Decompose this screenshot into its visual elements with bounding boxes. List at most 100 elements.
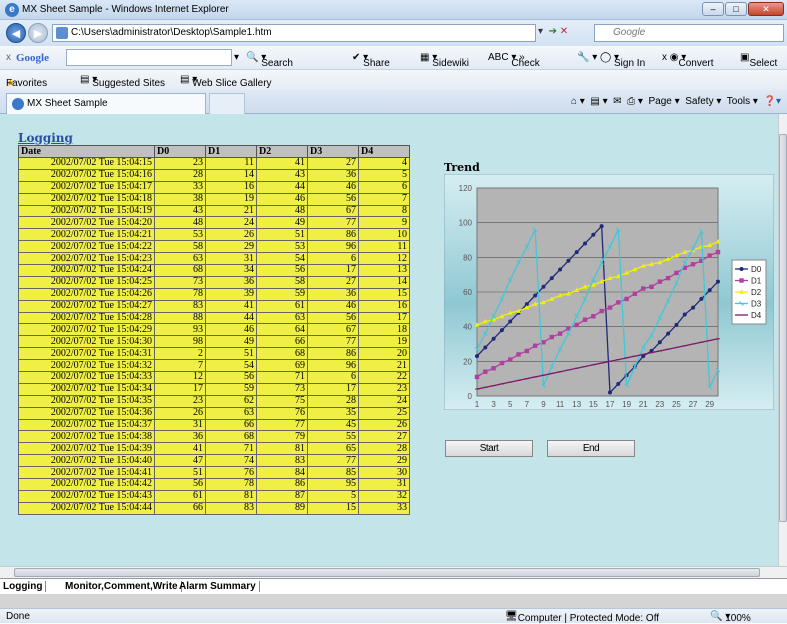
- value-cell[interactable]: 56: [205, 371, 257, 384]
- value-cell[interactable]: 68: [205, 430, 257, 444]
- value-cell[interactable]: 83: [256, 454, 308, 468]
- value-cell[interactable]: 17: [358, 311, 410, 325]
- minimize-button[interactable]: –: [702, 2, 724, 16]
- value-cell[interactable]: 77: [256, 418, 308, 432]
- value-cell[interactable]: 33: [358, 501, 410, 515]
- value-cell[interactable]: 44: [256, 180, 308, 194]
- value-cell[interactable]: 58: [154, 240, 206, 254]
- date-cell[interactable]: 2002/07/02 Tue 15:04:39: [18, 442, 155, 456]
- value-cell[interactable]: 46: [307, 180, 359, 194]
- value-cell[interactable]: 15: [307, 501, 359, 515]
- value-cell[interactable]: 16: [358, 299, 410, 313]
- value-cell[interactable]: 13: [358, 264, 410, 277]
- check-button[interactable]: ABC Check ▾ »: [488, 52, 540, 69]
- value-cell[interactable]: 63: [205, 406, 257, 420]
- value-cell[interactable]: 66: [154, 501, 206, 515]
- date-cell[interactable]: 2002/07/02 Tue 15:04:43: [18, 489, 155, 503]
- date-cell[interactable]: 2002/07/02 Tue 15:04:36: [18, 406, 155, 420]
- value-cell[interactable]: 28: [307, 394, 359, 408]
- value-cell[interactable]: 63: [154, 252, 206, 266]
- value-cell[interactable]: 12: [154, 371, 206, 384]
- toolbar-close-icon[interactable]: x: [6, 52, 11, 63]
- value-cell[interactable]: 16: [205, 180, 257, 194]
- value-cell[interactable]: 23: [358, 382, 410, 396]
- value-cell[interactable]: 73: [154, 275, 206, 289]
- value-cell[interactable]: 29: [205, 240, 257, 254]
- value-cell[interactable]: 81: [205, 489, 257, 503]
- value-cell[interactable]: 41: [205, 299, 257, 313]
- home-icon[interactable]: ⌂ ▾: [571, 96, 585, 107]
- value-cell[interactable]: 65: [307, 442, 359, 456]
- value-cell[interactable]: 26: [358, 418, 410, 432]
- value-cell[interactable]: 49: [256, 216, 308, 230]
- new-tab-button[interactable]: [209, 93, 245, 114]
- value-cell[interactable]: 31: [358, 478, 410, 491]
- date-cell[interactable]: 2002/07/02 Tue 15:04:29: [18, 323, 155, 337]
- date-cell[interactable]: 2002/07/02 Tue 15:04:22: [18, 240, 155, 254]
- address-bar[interactable]: C:\Users\administrator\Desktop\Sample1.h…: [52, 24, 536, 42]
- value-cell[interactable]: 25: [358, 406, 410, 420]
- vertical-scroll-thumb[interactable]: [779, 134, 787, 522]
- value-cell[interactable]: 51: [154, 466, 206, 480]
- value-cell[interactable]: 10: [358, 228, 410, 242]
- value-cell[interactable]: 14: [205, 168, 257, 182]
- value-cell[interactable]: 49: [205, 335, 257, 349]
- date-cell[interactable]: 2002/07/02 Tue 15:04:32: [18, 359, 155, 373]
- value-cell[interactable]: 68: [154, 264, 206, 277]
- suggested-sites-link[interactable]: ▤ Suggested Sites ▾: [80, 74, 165, 89]
- value-cell[interactable]: 43: [256, 168, 308, 182]
- value-cell[interactable]: 24: [205, 216, 257, 230]
- value-cell[interactable]: 71: [256, 371, 308, 384]
- horizontal-scrollbar[interactable]: [0, 566, 787, 578]
- value-cell[interactable]: 83: [205, 501, 257, 515]
- value-cell[interactable]: 51: [205, 347, 257, 361]
- value-cell[interactable]: 33: [154, 180, 206, 194]
- sheet-tab-monitor[interactable]: Monitor,Comment,Write: [62, 581, 182, 592]
- convert-button[interactable]: x ◉ Convert ▾: [662, 52, 714, 69]
- value-cell[interactable]: 28: [154, 168, 206, 182]
- date-cell[interactable]: 2002/07/02 Tue 15:04:31: [18, 347, 155, 361]
- value-cell[interactable]: 41: [256, 157, 308, 170]
- feeds-icon[interactable]: ▤ ▾: [590, 96, 607, 107]
- value-cell[interactable]: 73: [256, 382, 308, 396]
- value-cell[interactable]: 71: [205, 442, 257, 456]
- go-icon[interactable]: ➔: [549, 26, 557, 37]
- value-cell[interactable]: 6: [307, 252, 359, 266]
- zoom-control[interactable]: 🔍 100% ▾: [710, 611, 751, 624]
- value-cell[interactable]: 59: [205, 382, 257, 396]
- value-cell[interactable]: 45: [307, 418, 359, 432]
- sheet-tab-alarm[interactable]: Alarm Summary: [176, 581, 260, 592]
- maximize-button[interactable]: □: [725, 2, 747, 16]
- value-cell[interactable]: 86: [256, 478, 308, 491]
- horizontal-scroll-thumb[interactable]: [14, 568, 760, 577]
- value-cell[interactable]: 46: [256, 192, 308, 206]
- value-cell[interactable]: 12: [358, 252, 410, 266]
- value-cell[interactable]: 84: [256, 466, 308, 480]
- value-cell[interactable]: 89: [256, 501, 308, 515]
- value-cell[interactable]: 77: [307, 216, 359, 230]
- date-cell[interactable]: 2002/07/02 Tue 15:04:20: [18, 216, 155, 230]
- value-cell[interactable]: 14: [358, 275, 410, 289]
- date-cell[interactable]: 2002/07/02 Tue 15:04:30: [18, 335, 155, 349]
- value-cell[interactable]: 74: [205, 454, 257, 468]
- page-menu[interactable]: Page ▾: [648, 96, 679, 107]
- value-cell[interactable]: 55: [307, 430, 359, 444]
- vertical-scrollbar[interactable]: [778, 114, 787, 566]
- value-cell[interactable]: 27: [307, 275, 359, 289]
- value-cell[interactable]: 46: [205, 323, 257, 337]
- value-cell[interactable]: 21: [358, 359, 410, 373]
- back-button[interactable]: ◀: [6, 23, 26, 43]
- mail-icon[interactable]: ✉: [613, 96, 621, 107]
- date-cell[interactable]: 2002/07/02 Tue 15:04:35: [18, 394, 155, 408]
- value-cell[interactable]: 54: [256, 252, 308, 266]
- date-cell[interactable]: 2002/07/02 Tue 15:04:37: [18, 418, 155, 432]
- value-cell[interactable]: 67: [307, 323, 359, 337]
- date-cell[interactable]: 2002/07/02 Tue 15:04:19: [18, 204, 155, 218]
- value-cell[interactable]: 23: [154, 394, 206, 408]
- date-cell[interactable]: 2002/07/02 Tue 15:04:17: [18, 180, 155, 194]
- date-cell[interactable]: 2002/07/02 Tue 15:04:42: [18, 478, 155, 491]
- value-cell[interactable]: 35: [307, 406, 359, 420]
- value-cell[interactable]: 98: [154, 335, 206, 349]
- value-cell[interactable]: 62: [205, 394, 257, 408]
- value-cell[interactable]: 53: [256, 240, 308, 254]
